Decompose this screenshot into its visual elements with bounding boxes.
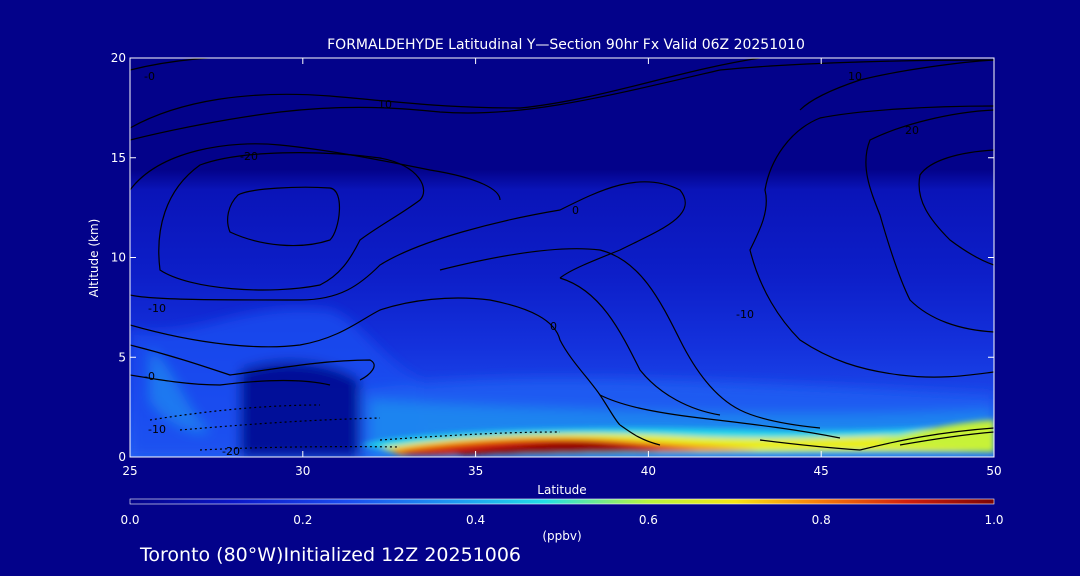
colorbar <box>129 498 995 505</box>
colorbar-ticks: 0.0 0.2 0.4 0.6 0.8 1.0 <box>120 513 1003 527</box>
contour-label: 10 <box>848 70 862 83</box>
chart-title: FORMALDEHYDE Latitudinal Y—Section 90hr … <box>327 37 805 53</box>
x-tick-label: 45 <box>814 464 829 478</box>
colorbar-tick-label: 1.0 <box>984 513 1003 527</box>
contour-label: -0 <box>144 70 155 83</box>
contour-label: 0 <box>550 320 557 333</box>
contour-label: -20 <box>240 150 258 163</box>
x-tick-label: 40 <box>641 464 656 478</box>
colorbar-tick-label: 0.4 <box>466 513 485 527</box>
contour-label: 20 <box>905 124 919 137</box>
y-axis-label: Altitude (km) <box>87 219 101 298</box>
contour-label: -10 <box>148 302 166 315</box>
concentration-field: -0 -10 -20 -0 -10 0 -10 -20 10 20 0 10 <box>130 58 994 458</box>
colorbar-unit: (ppbv) <box>542 529 581 543</box>
y-tick-label: 20 <box>111 51 126 65</box>
contour-label: 0 <box>572 204 579 217</box>
colorbar-tick-label: 0.8 <box>812 513 831 527</box>
y-tick-label: 10 <box>111 251 126 265</box>
contour-label: -10 <box>736 308 754 321</box>
y-tick-label: 5 <box>118 350 126 364</box>
contour-label: 10 <box>378 98 392 111</box>
x-tick-label: 25 <box>122 464 137 478</box>
colorbar-tick-label: 0.0 <box>120 513 139 527</box>
y-tick-label: 0 <box>118 450 126 464</box>
footer-caption: Toronto (80°W)Initialized 12Z 20251006 <box>139 544 521 566</box>
chart-figure: -0 -10 -20 -0 -10 0 -10 -20 10 20 0 10 25 30 35 40 45 50… <box>0 0 1080 576</box>
colorbar-tick-label: 0.2 <box>293 513 312 527</box>
contour-label: -0 <box>144 370 155 383</box>
x-tick-label: 35 <box>468 464 483 478</box>
x-tick-label: 30 <box>295 464 310 478</box>
x-axis-label: Latitude <box>537 483 586 497</box>
x-tick-label: 50 <box>986 464 1001 478</box>
colorbar-tick-label: 0.6 <box>639 513 658 527</box>
y-tick-label: 15 <box>111 151 126 165</box>
contour-label: -20 <box>222 445 240 458</box>
chart-canvas: -0-10-20-0-100-10-201020010 25 30 35 40 45 50… <box>87 37 1004 566</box>
contour-label: -10 <box>148 423 166 436</box>
